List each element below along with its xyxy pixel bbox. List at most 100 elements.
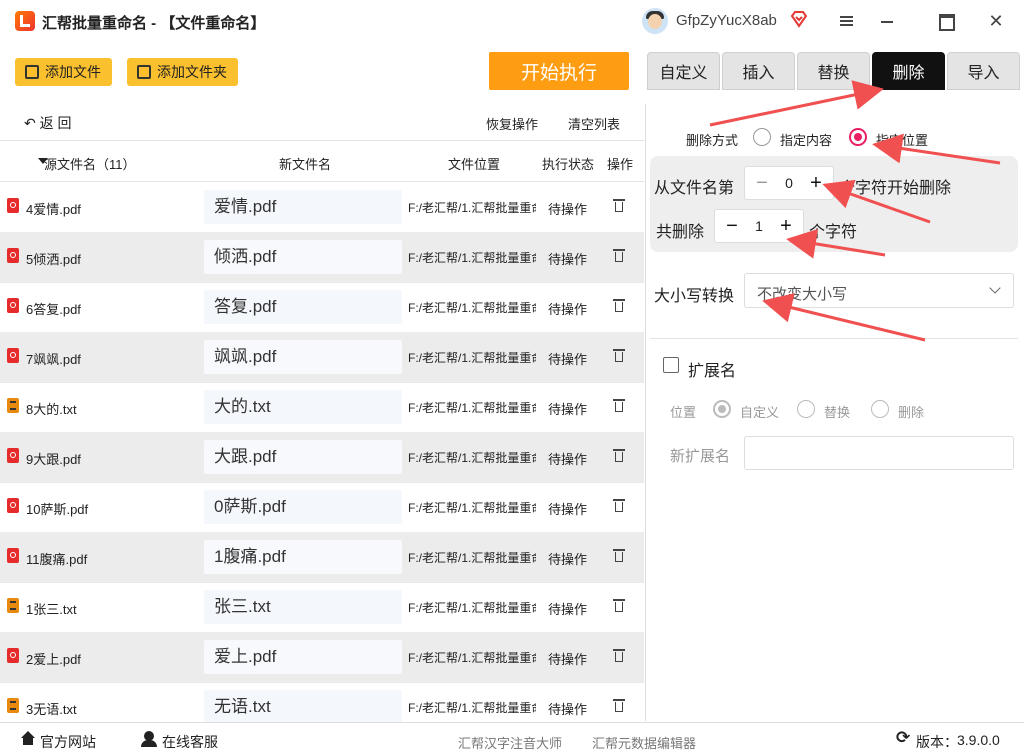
delete-mode-label: 删除方式 xyxy=(686,133,739,148)
pdf-file-icon xyxy=(7,648,19,663)
new-extension-input[interactable] xyxy=(744,436,1014,470)
extension-checkbox[interactable] xyxy=(663,357,679,373)
start-button[interactable]: 开始执行 xyxy=(489,52,629,90)
table-header: 源文件名（11） 新文件名 文件位置 执行状态 操作 xyxy=(0,141,644,182)
new-file-name-field[interactable]: 0萨斯.pdf xyxy=(204,490,402,524)
status-text: 待操作 xyxy=(548,602,588,617)
home-icon[interactable] xyxy=(20,731,36,745)
new-file-name-field[interactable]: 飒飒.pdf xyxy=(204,340,402,374)
maximize-icon[interactable] xyxy=(935,10,957,32)
trash-icon[interactable] xyxy=(613,398,625,412)
radio-ext-custom[interactable] xyxy=(713,400,731,418)
status-text: 待操作 xyxy=(548,402,588,417)
trash-icon[interactable] xyxy=(613,448,625,462)
tab-replace[interactable]: 替换 xyxy=(797,52,870,90)
table-row[interactable]: 7飒飒.pdf 飒飒.pdf F:/老汇帮/1.汇帮批量重命名待操作 xyxy=(0,332,644,383)
file-table: 源文件名（11） 新文件名 文件位置 执行状态 操作 4爱情.pdf 爱情.pdf… xyxy=(0,140,644,733)
source-file-name: 10萨斯.pdf xyxy=(26,502,89,517)
new-file-name-field[interactable]: 1腹痛.pdf xyxy=(204,540,402,574)
table-row[interactable]: 1张三.txt 张三.txt F:/老汇帮/1.汇帮批量重命名待操作 xyxy=(0,582,644,633)
pdf-file-icon xyxy=(7,298,19,313)
header-source-name[interactable]: 源文件名（11） xyxy=(38,154,136,173)
back-arrow-icon: ↶ xyxy=(24,115,40,131)
tab-delete[interactable]: 删除 xyxy=(872,52,945,90)
table-row[interactable]: 8大的.txt 大的.txt F:/老汇帮/1.汇帮批量重命名待操作 xyxy=(0,382,644,433)
file-location: F:/老汇帮/1.汇帮批量重命名 xyxy=(408,451,536,465)
new-file-name-field[interactable]: 大跟.pdf xyxy=(204,440,402,474)
file-location: F:/老汇帮/1.汇帮批量重命名 xyxy=(408,651,536,665)
new-file-name-field[interactable]: 倾洒.pdf xyxy=(204,240,402,274)
txt-file-icon xyxy=(7,598,19,613)
table-row[interactable]: 6答复.pdf 答复.pdf F:/老汇帮/1.汇帮批量重命名待操作 xyxy=(0,282,644,333)
add-file-button[interactable]: 添加文件 xyxy=(15,58,112,86)
customer-service-icon[interactable] xyxy=(141,731,157,747)
table-row[interactable]: 5倾洒.pdf 倾洒.pdf F:/老汇帮/1.汇帮批量重命名待操作 xyxy=(0,232,644,283)
ext-position-label: 位置 xyxy=(670,405,697,420)
file-location: F:/老汇帮/1.汇帮批量重命名 xyxy=(408,351,536,365)
header-action: 操作 xyxy=(607,157,634,172)
new-file-name-field[interactable]: 大的.txt xyxy=(204,390,402,424)
menu-icon[interactable] xyxy=(836,10,858,32)
radio-ext-replace-label[interactable]: 替换 xyxy=(824,402,850,421)
vip-diamond-icon[interactable] xyxy=(790,10,808,28)
add-folder-button[interactable]: 添加文件夹 xyxy=(127,58,238,86)
delete-count-label: 共删除 xyxy=(656,224,705,241)
avatar[interactable] xyxy=(642,8,668,34)
extension-label[interactable]: 扩展名 xyxy=(688,357,736,381)
trash-icon[interactable] xyxy=(613,348,625,362)
table-row[interactable]: 10萨斯.pdf 0萨斯.pdf F:/老汇帮/1.汇帮批量重命名待操作 xyxy=(0,482,644,533)
table-row[interactable]: 9大跟.pdf 大跟.pdf F:/老汇帮/1.汇帮批量重命名待操作 xyxy=(0,432,644,483)
source-file-name: 8大的.txt xyxy=(26,402,77,417)
radio-by-content-label[interactable]: 指定内容 xyxy=(780,130,832,149)
pdf-file-icon xyxy=(7,498,19,513)
trash-icon[interactable] xyxy=(613,248,625,262)
pdf-file-icon xyxy=(7,548,19,563)
minimize-icon[interactable] xyxy=(876,10,898,32)
trash-icon[interactable] xyxy=(613,198,625,212)
trash-icon[interactable] xyxy=(613,648,625,662)
radio-ext-custom-label[interactable]: 自定义 xyxy=(740,402,779,421)
new-file-name-field[interactable]: 无语.txt xyxy=(204,690,402,724)
trash-icon[interactable] xyxy=(613,298,625,312)
new-file-name-field[interactable]: 爱上.pdf xyxy=(204,640,402,674)
trash-icon[interactable] xyxy=(613,598,625,612)
radio-by-position[interactable] xyxy=(849,128,867,146)
new-extension-label: 新扩展名 xyxy=(670,448,731,465)
new-file-name-field[interactable]: 爱情.pdf xyxy=(204,190,402,224)
table-row[interactable]: 2爱上.pdf 爱上.pdf F:/老汇帮/1.汇帮批量重命名待操作 xyxy=(0,632,644,683)
tab-import[interactable]: 导入 xyxy=(947,52,1020,90)
tab-custom[interactable]: 自定义 xyxy=(647,52,720,90)
increment-icon[interactable]: + xyxy=(775,215,797,237)
increment-icon[interactable]: + xyxy=(805,172,827,194)
radio-ext-delete-label[interactable]: 删除 xyxy=(898,402,924,421)
metadata-editor-link[interactable]: 汇帮元数据编辑器 xyxy=(592,733,696,752)
trash-icon[interactable] xyxy=(613,698,625,712)
new-file-name-field[interactable]: 答复.pdf xyxy=(204,290,402,324)
file-location: F:/老汇帮/1.汇帮批量重命名 xyxy=(408,201,536,215)
online-service-link[interactable]: 在线客服 xyxy=(162,732,218,752)
source-file-name: 1张三.txt xyxy=(26,602,77,617)
table-row[interactable]: 4爱情.pdf 爱情.pdf F:/老汇帮/1.汇帮批量重命名待操作 xyxy=(0,182,644,233)
trash-icon[interactable] xyxy=(613,548,625,562)
delete-count-stepper[interactable]: − 1 + xyxy=(714,209,804,243)
table-row[interactable]: 11腹痛.pdf 1腹痛.pdf F:/老汇帮/1.汇帮批量重命名待操作 xyxy=(0,532,644,583)
restore-button[interactable]: 恢复操作 xyxy=(486,114,538,133)
official-site-link[interactable]: 官方网站 xyxy=(40,732,96,752)
radio-by-content[interactable] xyxy=(753,128,771,146)
radio-ext-delete[interactable] xyxy=(871,400,889,418)
pinyin-master-link[interactable]: 汇帮汉字注音大师 xyxy=(458,733,562,752)
file-icon xyxy=(25,65,39,79)
username[interactable]: GfpZyYucX8ab xyxy=(676,12,777,29)
refresh-icon[interactable]: ⟳ xyxy=(896,729,912,746)
tab-insert[interactable]: 插入 xyxy=(722,52,795,90)
start-position-stepper[interactable]: − 0 + xyxy=(744,166,834,200)
case-convert-select[interactable]: 不改变大小写 xyxy=(744,273,1014,308)
radio-by-position-label[interactable]: 指定位置 xyxy=(876,130,928,149)
clear-list-button[interactable]: 清空列表 xyxy=(568,114,620,133)
back-button[interactable]: ↶ 返 回 xyxy=(24,113,72,133)
new-file-name-field[interactable]: 张三.txt xyxy=(204,590,402,624)
trash-icon[interactable] xyxy=(613,498,625,512)
chevron-down-icon xyxy=(989,282,1001,294)
close-icon[interactable]: ✕ xyxy=(985,10,1007,32)
radio-ext-replace[interactable] xyxy=(797,400,815,418)
